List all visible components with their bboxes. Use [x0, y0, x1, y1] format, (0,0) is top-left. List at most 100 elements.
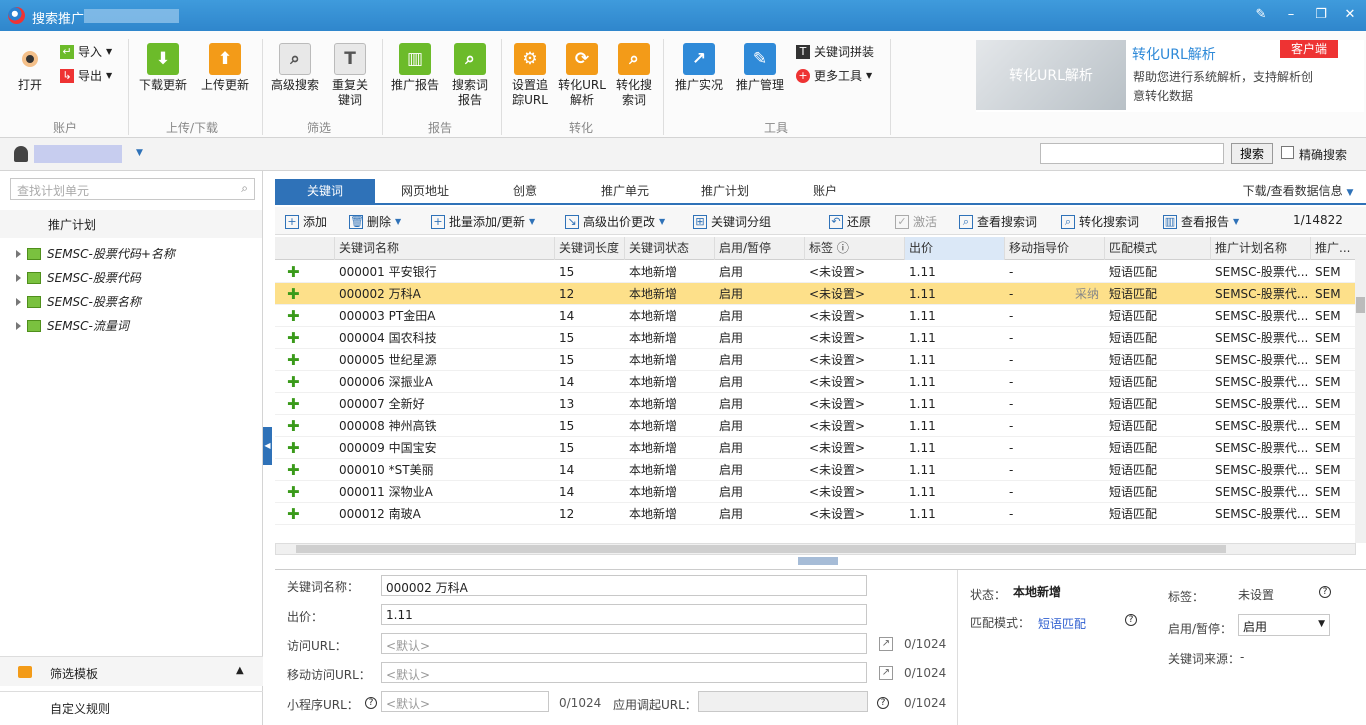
table-cell[interactable]: 000004 国农科技	[335, 327, 555, 349]
table-cell[interactable]: 1.11	[905, 261, 1005, 283]
advanced-search-button[interactable]: ⌕ 高级搜索	[268, 43, 322, 93]
table-cell[interactable]: <未设置>	[805, 437, 905, 459]
tab-urls[interactable]: 网页地址	[375, 179, 475, 204]
convert-search-button[interactable]: ⌕ 转化搜索词	[612, 43, 656, 108]
expand-icon[interactable]	[16, 297, 21, 306]
help-icon[interactable]: ?	[877, 697, 889, 709]
table-cell[interactable]: 本地新增	[625, 305, 715, 327]
table-cell[interactable]: -	[1005, 459, 1105, 481]
promo-report-button[interactable]: ▥ 推广报告	[388, 43, 442, 93]
search-input[interactable]	[1040, 143, 1224, 164]
table-cell[interactable]: 000007 全新好	[335, 393, 555, 415]
tab-units[interactable]: 推广单元	[575, 179, 675, 204]
table-cell[interactable]: <未设置>	[805, 503, 905, 525]
plan-item[interactable]: SEMSC-流量词	[16, 317, 129, 334]
table-row[interactable]: ✚ 000010 *ST美丽 14 本地新增 启用 <未设置> 1.11- 短语匹配 SEMSC…	[275, 459, 1356, 481]
restore-button[interactable]: ❐	[1311, 6, 1331, 24]
table-cell[interactable]: 1.11	[905, 371, 1005, 393]
add-creative-icon[interactable]: ✚	[283, 437, 313, 459]
tab-creatives[interactable]: 创意	[475, 179, 575, 204]
table-cell[interactable]: SEMSC-股票代...	[1211, 305, 1311, 327]
open-button[interactable]: 打开	[10, 43, 50, 93]
table-cell[interactable]: 本地新增	[625, 261, 715, 283]
custom-rule-item[interactable]: 自定义规则	[0, 691, 263, 721]
duplicate-keyword-button[interactable]: T 重复关键词	[328, 43, 372, 108]
table-cell[interactable]: -	[1005, 415, 1105, 437]
column-header[interactable]: 启用/暂停	[715, 237, 805, 260]
table-cell[interactable]: 本地新增	[625, 371, 715, 393]
table-cell[interactable]: 本地新增	[625, 481, 715, 503]
table-cell[interactable]: 短语匹配	[1105, 415, 1211, 437]
table-cell[interactable]: -	[1005, 349, 1105, 371]
add-creative-icon[interactable]: ✚	[283, 459, 313, 481]
minimize-button[interactable]: –	[1281, 6, 1301, 24]
table-row[interactable]: ✚ 000005 世纪星源 15 本地新增 启用 <未设置> 1.11- 短语匹配 SEMSC-…	[275, 349, 1356, 371]
table-cell[interactable]: 短语匹配	[1105, 481, 1211, 503]
table-cell[interactable]: <未设置>	[805, 349, 905, 371]
table-cell[interactable]: -	[1005, 371, 1105, 393]
url-input[interactable]: <默认>	[381, 633, 867, 654]
add-creative-icon[interactable]: ✚	[283, 305, 313, 327]
column-header[interactable]: 出价	[905, 237, 1005, 260]
table-cell[interactable]: SEM	[1311, 349, 1356, 371]
table-cell[interactable]: SEMSC-股票代...	[1211, 481, 1311, 503]
table-row[interactable]: ✚ 000008 神州高铁 15 本地新增 启用 <未设置> 1.11- 短语匹配 SEMSC-…	[275, 415, 1356, 437]
table-cell[interactable]: 短语匹配	[1105, 305, 1211, 327]
table-cell[interactable]: SEM	[1311, 437, 1356, 459]
view-search-button[interactable]: ⌕ 查看搜索词	[959, 213, 1037, 230]
table-cell[interactable]: -	[1005, 481, 1105, 503]
table-cell[interactable]: 15	[555, 261, 625, 283]
table-cell[interactable]: <未设置>	[805, 371, 905, 393]
table-cell[interactable]: 启用	[715, 349, 805, 371]
horizontal-scrollbar[interactable]	[275, 543, 1356, 555]
splitter-handle[interactable]	[798, 557, 838, 565]
table-cell[interactable]: 000008 神州高铁	[335, 415, 555, 437]
table-cell[interactable]: <未设置>	[805, 261, 905, 283]
table-cell[interactable]: 1.11	[905, 459, 1005, 481]
advanced-bid-button[interactable]: ↘ 高级出价更改 ▼	[565, 213, 665, 230]
scroll-thumb[interactable]	[1356, 297, 1365, 313]
table-cell[interactable]: 短语匹配	[1105, 327, 1211, 349]
table-cell[interactable]: <未设置>	[805, 393, 905, 415]
table-row[interactable]: ✚ 000004 国农科技 15 本地新增 启用 <未设置> 1.11- 短语匹配 SEMSC-…	[275, 327, 1356, 349]
table-cell[interactable]: 短语匹配	[1105, 393, 1211, 415]
table-cell[interactable]: 000002 万科A	[335, 283, 555, 305]
table-cell[interactable]: 本地新增	[625, 327, 715, 349]
table-cell[interactable]: 启用	[715, 437, 805, 459]
table-cell[interactable]: 本地新增	[625, 437, 715, 459]
table-cell[interactable]: 1.11	[905, 415, 1005, 437]
external-link-icon[interactable]: ↗	[879, 637, 893, 651]
table-cell[interactable]: 启用	[715, 459, 805, 481]
table-cell[interactable]: -	[1005, 261, 1105, 283]
table-row[interactable]: ✚ 000003 PT金田A 14 本地新增 启用 <未设置> 1.11- 短语匹配 SEMSC…	[275, 305, 1356, 327]
table-cell[interactable]: 1.11	[905, 481, 1005, 503]
download-info-link[interactable]: 下载/查看数据信息 ▼	[1230, 179, 1366, 204]
table-cell[interactable]: 000011 深物业A	[335, 481, 555, 503]
column-header[interactable]: 推广计划名称	[1211, 237, 1311, 260]
table-cell[interactable]: SEMSC-股票代...	[1211, 437, 1311, 459]
expand-icon[interactable]	[16, 273, 21, 282]
activate-button[interactable]: ✓ 激活	[895, 213, 937, 230]
tracking-url-button[interactable]: ⚙ 设置追踪URL	[508, 43, 552, 108]
table-row[interactable]: ✚ 000001 平安银行 15 本地新增 启用 <未设置> 1.11- 短语匹配 SEMSC-…	[275, 261, 1356, 283]
table-cell[interactable]: 14	[555, 459, 625, 481]
table-cell[interactable]: <未设置>	[805, 283, 905, 305]
tab-account[interactable]: 账户	[775, 179, 875, 204]
convert-search-toolbar-button[interactable]: ⌕ 转化搜索词	[1061, 213, 1139, 230]
export-button[interactable]: ↳ 导出 ▼	[60, 67, 112, 84]
table-cell[interactable]: 短语匹配	[1105, 459, 1211, 481]
table-cell[interactable]: 短语匹配	[1105, 371, 1211, 393]
table-cell[interactable]: SEM	[1311, 415, 1356, 437]
url-parse-button[interactable]: ⟳ 转化URL解析	[558, 43, 606, 108]
table-cell[interactable]: 启用	[715, 371, 805, 393]
table-cell[interactable]: SEM	[1311, 459, 1356, 481]
view-report-button[interactable]: ▥ 查看报告 ▼	[1163, 213, 1239, 230]
table-cell[interactable]: 本地新增	[625, 349, 715, 371]
plan-item[interactable]: SEMSC-股票名称	[16, 293, 141, 310]
table-row[interactable]: ✚ 000002 万科A 12 本地新增 启用 <未设置> 1.11- 短语匹配 SEMSC-股…	[275, 283, 1356, 305]
ad-banner[interactable]: 转化URL解析 转化URL解析 帮助您进行系统解析，支持解析创意转化数据 客户端	[976, 40, 1364, 112]
table-cell[interactable]: SEM	[1311, 305, 1356, 327]
mobile-url-input[interactable]: <默认>	[381, 662, 867, 683]
plan-item[interactable]: SEMSC-股票代码+名称	[16, 245, 175, 262]
table-cell[interactable]: SEMSC-股票代...	[1211, 327, 1311, 349]
